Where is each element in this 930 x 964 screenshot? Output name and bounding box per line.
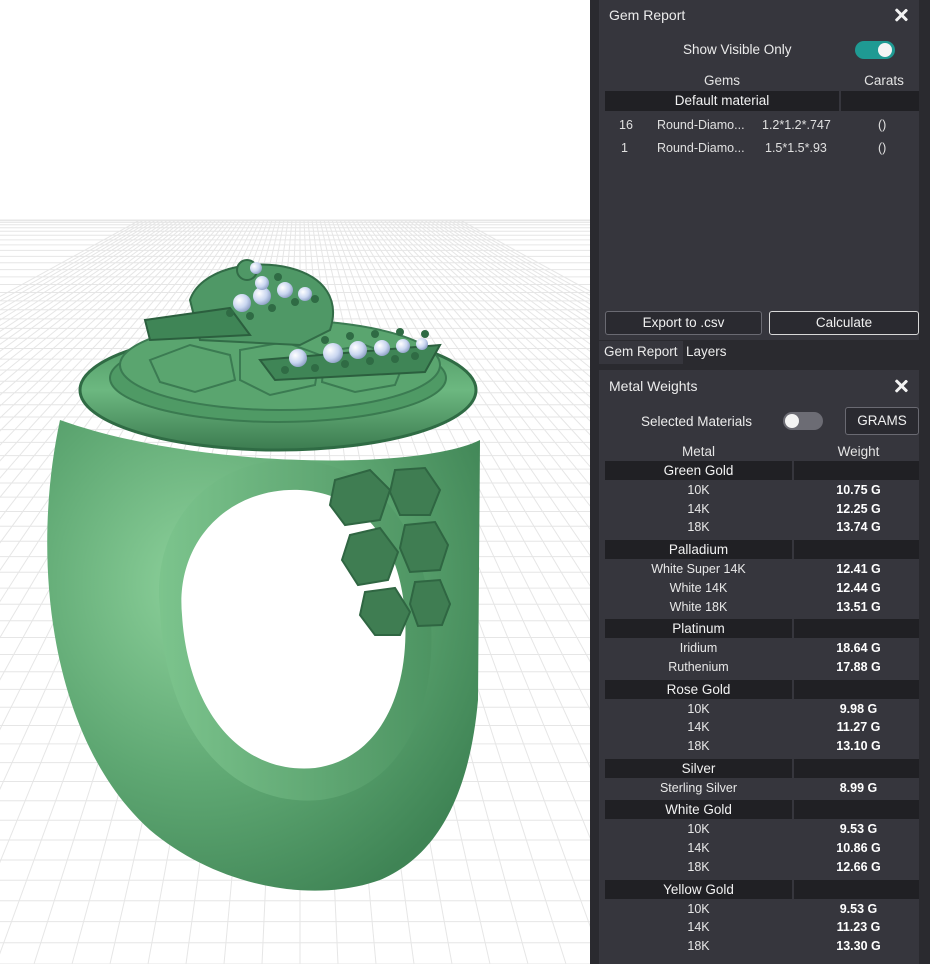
calculate-button[interactable]: Calculate [769,311,919,335]
panel-tabs: Gem Report Layers [599,341,919,364]
metal-name: 14K [687,720,710,735]
metal-name: 18K [687,739,710,753]
metal-row[interactable]: 14K 10.86 G [605,841,919,860]
metal-weight: 13.51 G [836,599,881,614]
metal-weight: 11.23 G [836,920,881,935]
metal-row[interactable]: 14K 11.27 G [605,720,919,739]
close-icon[interactable] [893,7,909,23]
tab-layers[interactable]: Layers [681,341,732,364]
metal-name: 14K [687,920,710,935]
metal-row[interactable]: Iridium 18.64 G [605,641,919,660]
export-csv-button[interactable]: Export to .csv [605,311,762,335]
metal-weights-title: Metal Weights [609,378,698,394]
metal-row[interactable]: White 18K 13.51 G [605,600,919,619]
col-weight: Weight [837,444,880,459]
metal-group-header: Palladium [605,540,919,560]
metal-group-header: Silver [605,758,919,778]
metal-name: 18K [687,859,710,874]
metal-weight: 13.74 G [836,520,881,535]
selected-materials-label: Selected Materials [641,414,753,429]
col-gems: Gems [703,73,740,88]
metal-row[interactable]: 10K 10.75 G [605,483,919,502]
group-default-material: Default material [605,91,919,111]
metal-row[interactable]: 10K 9.98 G [605,702,919,721]
metal-row[interactable]: 14K 12.25 G [605,502,919,521]
col-metal: Metal [681,444,715,459]
gem-row[interactable]: 1 Round-Diamo... 1.5*1.5*.93 () [605,139,919,159]
gem-row[interactable]: 16 Round-Diamo... 1.2*1.2*.747 () [605,116,919,136]
gem-report-title: Gem Report [609,7,686,23]
metal-weight: 8.99 G [839,780,878,795]
gem-report-pane: Gem Report Show Visible Only Gems Carats… [599,0,919,340]
metal-weight: 13.10 G [836,739,881,753]
metal-name: 10K [687,701,710,716]
metal-name: 18K [687,938,710,953]
selected-materials-toggle[interactable] [783,412,823,430]
metal-name: Sterling Silver [659,780,738,795]
show-visible-only-toggle[interactable] [855,41,895,59]
metal-name: 14K [687,501,710,516]
metal-row[interactable]: White Super 14K 12.41 G [605,562,919,581]
metal-name: Iridium [679,641,718,656]
metal-weight: 12.25 G [836,501,881,516]
metal-row[interactable]: White 14K 12.44 G [605,581,919,600]
metal-group-header: Platinum [605,619,919,639]
col-carats: Carats [864,73,904,88]
metal-name: White 14K [669,580,728,595]
metal-name: White Super 14K [651,562,746,577]
metal-name: 18K [687,520,710,535]
metal-name: 14K [687,841,710,856]
metal-row[interactable]: 10K 9.53 G [605,822,919,841]
metal-name: White 18K [669,599,728,614]
metal-name: 10K [687,483,710,497]
metal-row[interactable]: 10K 9.53 G [605,902,919,921]
metal-name: 10K [687,822,710,837]
metal-weight: 12.44 G [836,580,881,595]
units-grams-button[interactable]: GRAMS [845,407,919,435]
metal-weight: 10.75 G [836,483,881,497]
metal-weight: 17.88 G [836,659,881,674]
metal-weight: 12.66 G [836,859,881,874]
metal-group-header: Yellow Gold [605,879,919,899]
metal-row[interactable]: Ruthenium 17.88 G [605,660,919,679]
show-visible-only-label: Show Visible Only [683,42,792,57]
metal-weight: 11.27 G [836,720,881,735]
metal-row[interactable]: 14K 11.23 G [605,920,919,939]
metal-row[interactable]: Sterling Silver 8.99 G [605,781,919,800]
metal-weight: 18.64 G [836,641,881,656]
metal-weight: 9.53 G [839,901,878,916]
metal-weight: 13.30 G [836,938,881,953]
tab-gem-report[interactable]: Gem Report [599,341,683,364]
metal-group-header: Rose Gold [605,679,919,699]
ring-render [0,219,590,964]
metal-weight: 10.86 G [836,841,881,856]
metal-name: 10K [687,901,710,916]
close-icon[interactable] [893,378,909,394]
metal-group-header: Green Gold [605,461,919,480]
metal-row[interactable]: 18K 13.10 G [605,739,919,758]
metal-row[interactable]: 18K 12.66 G [605,860,919,879]
metal-weights-pane: Metal Weights Selected Materials GRAMS M… [599,370,919,964]
metal-weight: 9.98 G [839,701,878,716]
metal-name: Ruthenium [668,659,729,674]
3d-viewport[interactable] [0,0,590,964]
metal-group-header: White Gold [605,800,919,820]
metal-row[interactable]: 18K 13.30 G [605,939,919,958]
metal-weight: 12.41 G [836,562,881,577]
right-panel: Gem Report Show Visible Only Gems Carats… [590,0,930,964]
metal-row[interactable]: 18K 13.74 G [605,520,919,539]
metal-weight: 9.53 G [839,822,878,837]
